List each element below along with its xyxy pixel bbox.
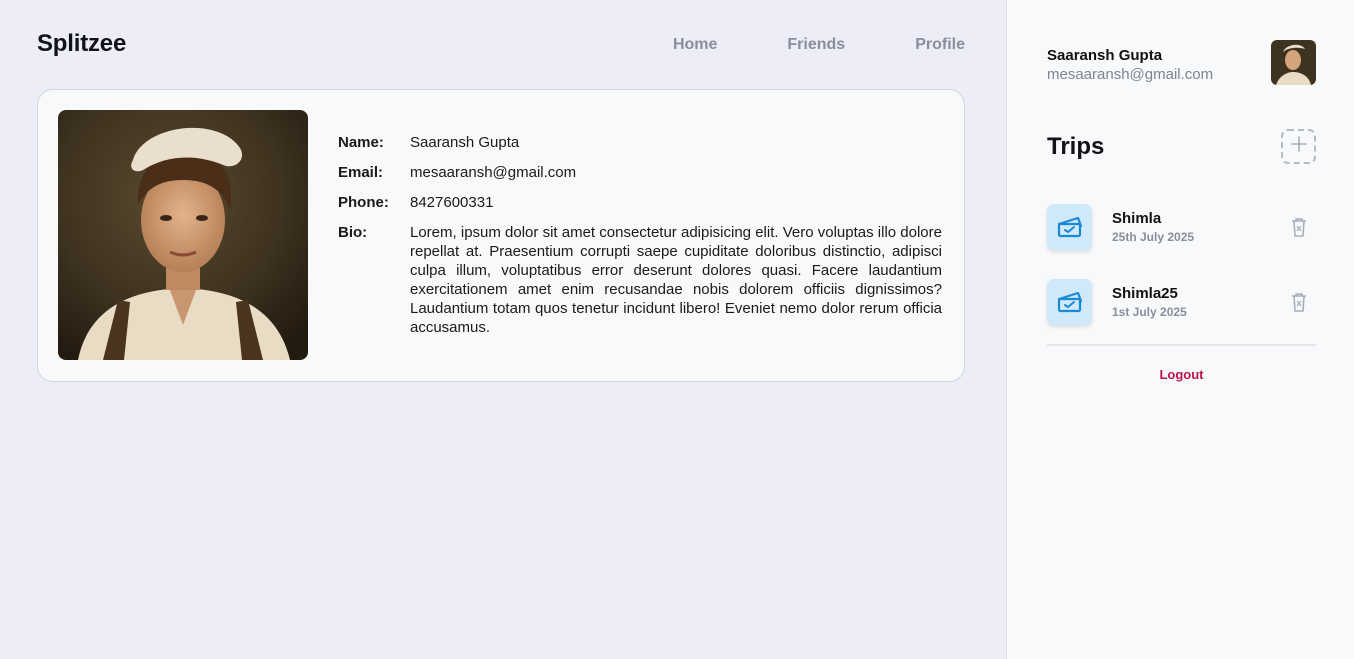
ticket-icon bbox=[1047, 204, 1092, 250]
profile-info: Name: Saaransh Gupta Email: mesaaransh@g… bbox=[338, 133, 942, 348]
user-name: Saaransh Gupta bbox=[1047, 47, 1163, 64]
phone-label: Phone: bbox=[338, 194, 389, 211]
sidebar: Saaransh Gupta mesaaransh@gmail.com Trip… bbox=[1006, 0, 1354, 659]
phone-value: 8427600331 bbox=[410, 194, 494, 211]
bio-label: Bio: bbox=[338, 224, 368, 241]
profile-card: Name: Saaransh Gupta Email: mesaaransh@g… bbox=[37, 89, 965, 382]
divider bbox=[1047, 344, 1316, 346]
nav-home[interactable]: Home bbox=[673, 36, 717, 54]
trash-icon[interactable] bbox=[1289, 291, 1309, 313]
user-email: mesaaransh@gmail.com bbox=[1047, 66, 1214, 83]
brand-logo[interactable]: Splitzee bbox=[37, 30, 126, 58]
bio-value: Lorem, ipsum dolor sit amet consectetur … bbox=[410, 224, 942, 336]
logout-button[interactable]: Logout bbox=[1047, 367, 1316, 382]
trip-date: 25th July 2025 bbox=[1112, 230, 1195, 244]
trip-name: Shimla25 bbox=[1112, 285, 1178, 302]
plus-icon bbox=[1290, 135, 1308, 158]
name-value: Saaransh Gupta bbox=[410, 134, 520, 151]
profile-photo bbox=[58, 110, 308, 360]
trips-heading: Trips bbox=[1047, 133, 1105, 160]
add-trip-button[interactable] bbox=[1281, 129, 1316, 164]
trip-name: Shimla bbox=[1112, 210, 1162, 227]
nav-friends[interactable]: Friends bbox=[787, 36, 845, 54]
email-row: Email: mesaaransh@gmail.com bbox=[338, 163, 942, 182]
trip-date: 1st July 2025 bbox=[1112, 305, 1187, 319]
name-label: Name: bbox=[338, 134, 384, 151]
trip-item[interactable]: Shimla25 1st July 2025 bbox=[1047, 279, 1317, 327]
email-label: Email: bbox=[338, 164, 384, 181]
phone-row: Phone: 8427600331 bbox=[338, 193, 942, 212]
ticket-icon bbox=[1047, 279, 1092, 325]
bio-row: Bio: Lorem, ipsum dolor sit amet consect… bbox=[338, 223, 942, 337]
email-value: mesaaransh@gmail.com bbox=[410, 164, 577, 181]
name-row: Name: Saaransh Gupta bbox=[338, 133, 942, 152]
trip-item[interactable]: Shimla 25th July 2025 bbox=[1047, 204, 1317, 252]
avatar[interactable] bbox=[1271, 40, 1316, 85]
main-content: Splitzee Home Friends Profile Name: Saar… bbox=[0, 0, 1006, 659]
top-nav: Home Friends Profile bbox=[673, 36, 965, 54]
trash-icon[interactable] bbox=[1289, 216, 1309, 238]
nav-profile[interactable]: Profile bbox=[915, 36, 965, 54]
